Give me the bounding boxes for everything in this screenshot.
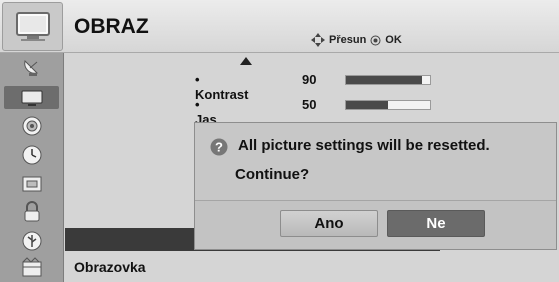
level-bar-fill — [346, 76, 422, 84]
menu-header: OBRAZ Přesun OK — [0, 0, 559, 53]
sidebar-item-option[interactable] — [4, 172, 59, 195]
dialog-divider — [195, 200, 556, 201]
film-icon — [22, 256, 41, 276]
sidebar-item-time[interactable] — [4, 143, 59, 166]
level-bar-fill — [346, 101, 388, 109]
ok-button-icon — [370, 35, 381, 45]
dialog-question: Continue? — [235, 166, 310, 183]
dialog-message: All picture settings will be resetted. — [238, 137, 490, 154]
navigation-hint: Přesun OK — [311, 33, 402, 47]
hint-ok-label: OK — [385, 34, 402, 46]
no-button[interactable]: Ne — [387, 210, 485, 237]
sidebar-item-picture[interactable] — [4, 86, 59, 109]
sidebar-item-channel[interactable] — [4, 56, 59, 79]
satellite-dish-icon — [23, 59, 38, 76]
sidebar-item-audio[interactable] — [4, 114, 59, 137]
contrast-level-bar[interactable] — [345, 75, 431, 85]
setting-value: 90 — [302, 72, 317, 87]
clock-icon — [22, 145, 41, 164]
question-icon: ? — [210, 138, 228, 161]
sidebar-item-lock[interactable] — [4, 200, 59, 223]
sidebar-item-usb[interactable] — [4, 229, 59, 252]
picture-icon — [21, 90, 42, 106]
reset-confirm-dialog: ? All picture settings will be resetted.… — [194, 122, 557, 250]
svg-text:?: ? — [215, 140, 223, 155]
tv-picture-icon — [2, 2, 63, 51]
brightness-level-bar[interactable] — [345, 100, 431, 110]
dpad-icon — [311, 33, 325, 47]
menu-item-screen[interactable]: Obrazovka — [74, 259, 146, 275]
gear-box-icon — [22, 176, 41, 191]
lock-icon — [24, 200, 39, 221]
dialog-body — [195, 123, 556, 200]
speaker-icon — [22, 116, 41, 135]
setting-value: 50 — [302, 97, 317, 112]
usb-icon — [22, 231, 41, 250]
sidebar-item-film[interactable] — [4, 256, 59, 279]
page-title: OBRAZ — [74, 15, 149, 38]
scroll-up-arrow-icon[interactable] — [240, 57, 252, 65]
hint-move-label: Přesun — [329, 34, 367, 46]
yes-button[interactable]: Ano — [280, 210, 378, 237]
category-sidebar — [0, 53, 64, 282]
